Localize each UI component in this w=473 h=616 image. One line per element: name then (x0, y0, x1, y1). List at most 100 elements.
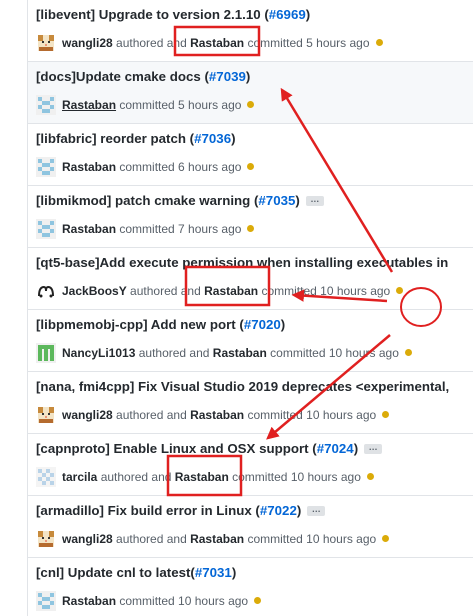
status-pending-icon[interactable] (382, 411, 390, 418)
commit-attribution: wangli28 authored and Rastaban committed… (62, 408, 390, 422)
commit-title-suffix: ) (231, 565, 237, 580)
commit-attribution: Rastaban committed 6 hours ago (62, 160, 255, 174)
commit-title[interactable]: [libfabric] reorder patch (#7036) (36, 131, 236, 146)
status-pending-icon[interactable] (366, 473, 374, 480)
pixel-avatar-icon[interactable] (36, 219, 56, 239)
status-pending-icon[interactable] (247, 101, 255, 108)
commit-time: committed 10 hours ago (244, 532, 377, 546)
commit-time: committed 7 hours ago (116, 222, 242, 236)
pr-number-link[interactable]: #7036 (194, 131, 231, 146)
expand-message-button[interactable]: … (307, 505, 326, 517)
committer-link[interactable]: Rastaban (62, 160, 116, 174)
commit-title[interactable]: [libpmemobj-cpp] Add new port (#7020) (36, 317, 285, 332)
commit-attribution: tarcila authored and Rastaban committed … (62, 470, 374, 484)
committer-link[interactable]: Rastaban (190, 408, 244, 422)
commit-time: committed 5 hours ago (244, 36, 370, 50)
committer-link[interactable]: Rastaban (62, 98, 116, 112)
status-pending-icon[interactable] (396, 287, 404, 294)
pixel-avatar-icon[interactable] (36, 343, 56, 363)
authored-text: authored and (126, 284, 205, 298)
author-link[interactable]: wangli28 (62, 36, 113, 50)
commit-title[interactable]: [libevent] Upgrade to version 2.1.10 (#6… (36, 7, 310, 22)
commit-title-suffix: ) (245, 69, 251, 84)
commit-attribution: Rastaban committed 5 hours ago (62, 98, 255, 112)
commit-row: [libevent] Upgrade to version 2.1.10 (#6… (28, 0, 473, 62)
pr-number-link[interactable]: #7035 (258, 193, 295, 208)
commit-title-suffix: ) (280, 317, 286, 332)
commit-time: committed 10 hours ago (228, 470, 361, 484)
commit-title-suffix: ) (296, 503, 302, 518)
commit-title[interactable]: [capnproto] Enable Linux and OSX support… (36, 441, 383, 456)
commit-attribution: wangli28 authored and Rastaban committed… (62, 36, 383, 50)
status-pending-icon[interactable] (375, 39, 383, 46)
commit-row: [cnl] Update cnl to latest(#7031) Rastab… (28, 558, 473, 616)
commit-row: [libpmemobj-cpp] Add new port (#7020) Na… (28, 310, 473, 372)
pixel-avatar-icon[interactable] (36, 95, 56, 115)
commit-time: committed 5 hours ago (116, 98, 242, 112)
authored-text: authored and (97, 470, 175, 484)
pr-number-link[interactable]: #6969 (269, 7, 306, 22)
commit-title[interactable]: [qt5-base]Add execute permission when in… (36, 255, 448, 270)
commit-attribution: Rastaban committed 10 hours ago (62, 594, 262, 608)
commit-title-text: [qt5-base]Add execute permission when in… (36, 255, 449, 270)
commit-attribution: NancyLi1013 authored and Rastaban commit… (62, 346, 412, 360)
commit-attribution: JackBoosY authored and Rastaban committe… (62, 284, 404, 298)
glyph-avatar-icon[interactable] (36, 281, 56, 301)
commit-title-text: [libmikmod] patch cmake warning ( (36, 193, 259, 208)
expand-message-button[interactable]: … (364, 443, 383, 455)
pr-number-link[interactable]: #7022 (260, 503, 297, 518)
commit-title-text: [cnl] Update cnl to latest( (36, 565, 195, 580)
author-link[interactable]: wangli28 (62, 532, 113, 546)
status-pending-icon[interactable] (247, 225, 255, 232)
pr-number-link[interactable]: #7039 (209, 69, 246, 84)
committer-link[interactable]: Rastaban (204, 284, 258, 298)
status-pending-icon[interactable] (382, 535, 390, 542)
authored-text: authored and (112, 408, 191, 422)
commit-title-text: [libpmemobj-cpp] Add new port ( (36, 317, 244, 332)
committer-link[interactable]: Rastaban (213, 346, 267, 360)
pixel-avatar-icon[interactable] (36, 157, 56, 177)
commit-row: [qt5-base]Add execute permission when in… (28, 248, 473, 310)
cat-avatar-icon[interactable] (36, 529, 56, 549)
cat-avatar[interactable] (36, 33, 56, 53)
committer-link[interactable]: Rastaban (190, 36, 244, 50)
status-pending-icon[interactable] (247, 163, 255, 170)
committer-link[interactable]: Rastaban (190, 532, 244, 546)
commit-time: committed 10 hours ago (116, 594, 249, 608)
expand-message-button[interactable]: … (305, 195, 324, 207)
commit-title-text: [libevent] Upgrade to version 2.1.10 ( (36, 7, 269, 22)
commit-title-suffix: ) (305, 7, 311, 22)
commit-title[interactable]: [libmikmod] patch cmake warning (#7035) … (36, 193, 324, 208)
commit-row: [nana, fmi4cpp] Fix Visual Studio 2019 d… (28, 372, 473, 434)
commit-time: committed 10 hours ago (266, 346, 399, 360)
status-pending-icon[interactable] (404, 349, 412, 356)
author-link[interactable]: JackBoosY (62, 284, 127, 298)
commit-row: [capnproto] Enable Linux and OSX support… (28, 434, 473, 496)
pr-number-link[interactable]: #7024 (317, 441, 354, 456)
committer-link[interactable]: Rastaban (175, 470, 229, 484)
pixel-avatar-icon[interactable] (36, 591, 56, 611)
committer-link[interactable]: Rastaban (62, 594, 116, 608)
commit-title-text: [capnproto] Enable Linux and OSX support… (36, 441, 317, 456)
author-link[interactable]: NancyLi1013 (62, 346, 135, 360)
pr-number-link[interactable]: #7031 (195, 565, 232, 580)
author-link[interactable]: wangli28 (62, 408, 113, 422)
pr-number-link[interactable]: #7020 (244, 317, 281, 332)
commit-title[interactable]: [docs]Update cmake docs (#7039) (36, 69, 250, 84)
commit-title-text: [nana, fmi4cpp] Fix Visual Studio 2019 d… (36, 379, 450, 394)
authored-text: authored and (112, 36, 191, 50)
commit-title-suffix: ) (295, 193, 300, 208)
commit-title[interactable]: [cnl] Update cnl to latest(#7031) (36, 565, 236, 580)
commit-time: committed 10 hours ago (258, 284, 391, 298)
commit-title-suffix: ) (231, 131, 236, 146)
pixel-avatar-icon[interactable] (36, 467, 56, 487)
committer-link[interactable]: Rastaban (62, 222, 116, 236)
commit-title[interactable]: [armadillo] Fix build error in Linux (#7… (36, 503, 326, 518)
authored-text: authored and (112, 532, 191, 546)
commit-attribution: wangli28 authored and Rastaban committed… (62, 532, 390, 546)
author-link[interactable]: tarcila (62, 470, 97, 484)
cat-avatar-icon[interactable] (36, 405, 56, 425)
authored-text: authored and (135, 346, 213, 360)
commit-title[interactable]: [nana, fmi4cpp] Fix Visual Studio 2019 d… (36, 379, 449, 394)
status-pending-icon[interactable] (254, 597, 262, 604)
